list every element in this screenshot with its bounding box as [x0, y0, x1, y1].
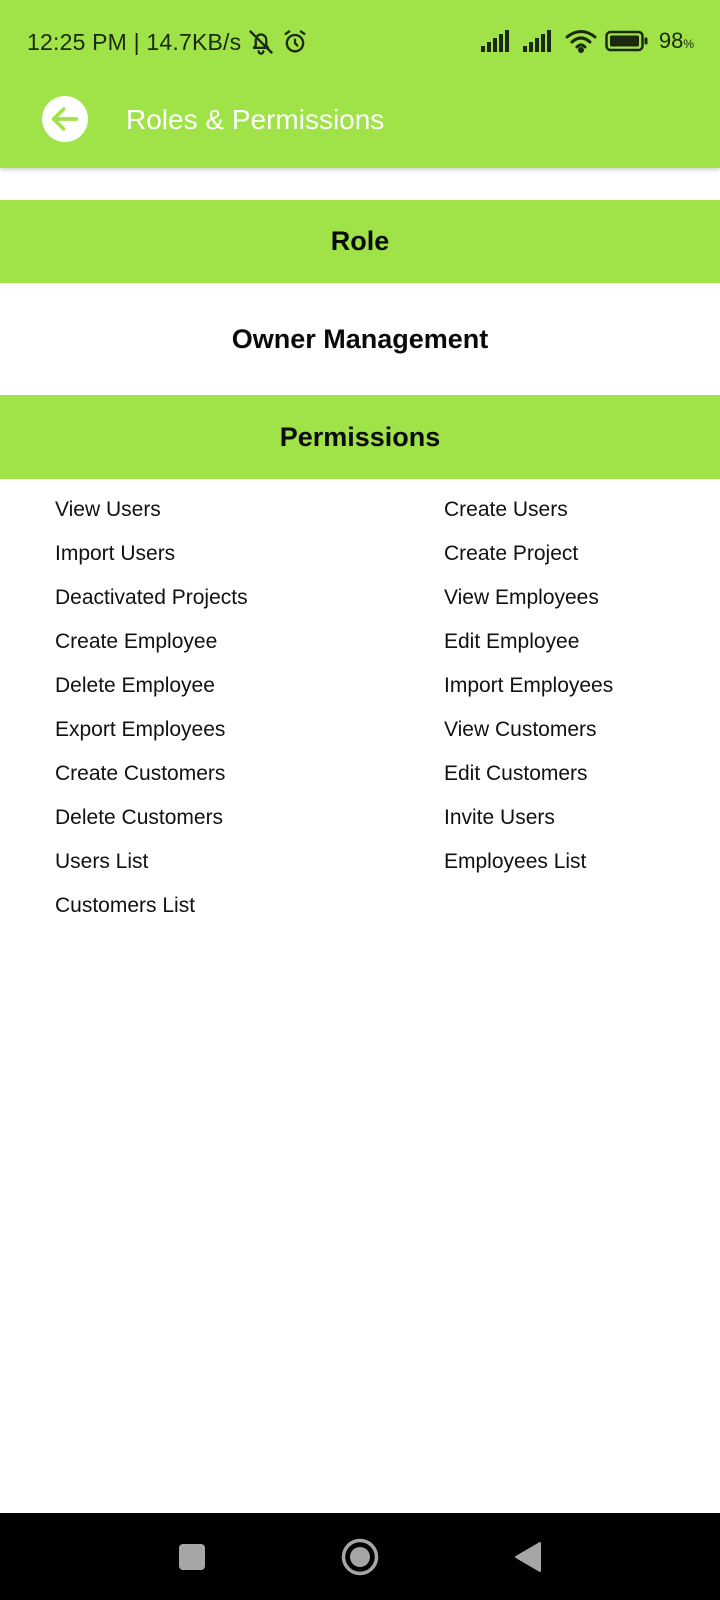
permission-item: Invite Users: [444, 806, 555, 829]
recent-apps-button[interactable]: [166, 1531, 218, 1583]
status-right: 98%: [480, 28, 694, 54]
home-icon: [341, 1538, 379, 1576]
permission-item: Customers List: [55, 894, 196, 917]
back-icon: [515, 1542, 541, 1572]
permissions-section-header: Permissions: [0, 395, 720, 479]
permission-item: Edit Employee: [444, 630, 580, 653]
back-button[interactable]: [42, 96, 88, 142]
permission-item: View Customers: [444, 718, 597, 741]
status-left: 12:25 PM | 14.7KB/s: [27, 28, 309, 56]
wifi-icon: [565, 30, 597, 53]
battery-icon: [605, 30, 648, 52]
permission-item: View Users: [55, 498, 161, 521]
permissions-list: View Users Create Users Import Users Cre…: [55, 488, 695, 928]
role-value: Owner Management: [231, 323, 489, 354]
bell-off-icon: [249, 30, 274, 55]
permission-item: Deactivated Projects: [55, 586, 248, 609]
battery-percent-unit: %: [683, 37, 694, 51]
system-nav-bar: [0, 1513, 720, 1600]
permission-item: Employees List: [444, 850, 587, 873]
signal-icon: [522, 30, 551, 52]
page-title: Roles & Permissions: [126, 104, 385, 135]
permission-item: Export Employees: [55, 718, 226, 741]
nav-back-button[interactable]: [502, 1531, 554, 1583]
recent-apps-icon: [179, 1544, 205, 1570]
permission-item: Create Project: [444, 542, 579, 565]
alarm-icon: [284, 30, 306, 53]
arrow-left-icon: [51, 107, 79, 131]
permission-item: Import Users: [55, 542, 176, 565]
permission-item: Users List: [55, 850, 149, 873]
role-section-header: Role: [0, 200, 720, 283]
permission-item: Delete Employee: [55, 674, 215, 697]
permission-item: Create Users: [444, 498, 568, 521]
status-bar: 12:25 PM | 14.7KB/s 98%: [0, 0, 720, 86]
permission-item: Import Employees: [444, 674, 614, 697]
home-button[interactable]: [334, 1531, 386, 1583]
battery-percent-value: 98: [658, 28, 684, 53]
top-app-header: 12:25 PM | 14.7KB/s 98% Roles & Permissi…: [0, 0, 720, 168]
permission-item: View Employees: [444, 586, 599, 609]
battery-percent: 98%: [659, 28, 694, 54]
permission-item: Create Employee: [55, 630, 218, 653]
permission-item: Delete Customers: [55, 806, 224, 829]
status-time-speed: 12:25 PM | 14.7KB/s: [27, 28, 242, 55]
app-bar: Roles & Permissions: [0, 86, 720, 168]
signal-icon: [480, 30, 509, 52]
permission-item: Create Customers: [55, 762, 226, 785]
permission-item: Edit Customers: [444, 762, 588, 785]
